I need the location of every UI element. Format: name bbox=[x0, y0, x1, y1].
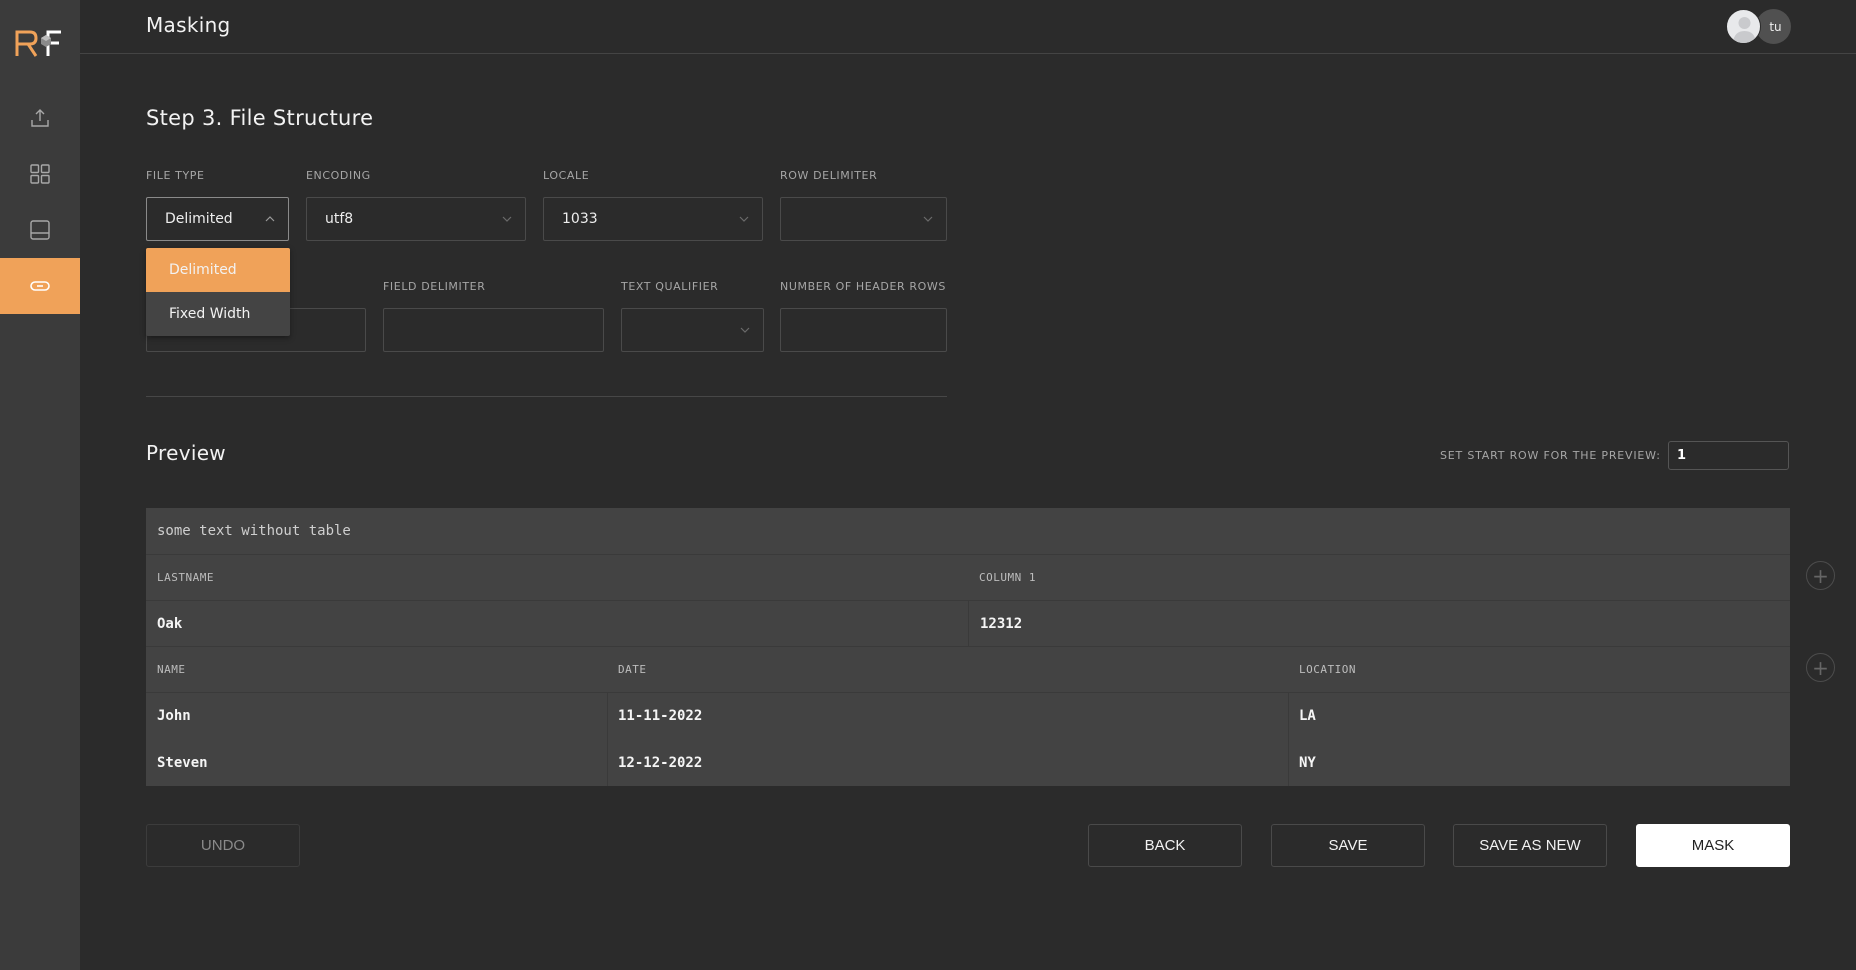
link-icon bbox=[30, 281, 50, 291]
chevron-down-icon bbox=[739, 216, 749, 222]
upload-icon bbox=[31, 109, 49, 127]
table-cell: Steven bbox=[157, 754, 208, 771]
table-cell: LA bbox=[1299, 708, 1316, 724]
chevron-down-icon bbox=[923, 216, 933, 222]
table-cell: NY bbox=[1299, 754, 1316, 771]
table-row: Steven 12-12-2022 NY bbox=[146, 739, 1790, 786]
user-initials-avatar[interactable]: tu bbox=[1756, 9, 1791, 44]
preview-table: some text without table LASTNAME COLUMN … bbox=[146, 508, 1790, 786]
sidebar-item-upload[interactable] bbox=[0, 90, 80, 146]
table-header-row: NAME DATE LOCATION bbox=[146, 647, 1790, 693]
back-button[interactable]: BACK bbox=[1088, 824, 1242, 867]
raw-text-cell: some text without table bbox=[157, 523, 351, 539]
column-header[interactable]: LASTNAME bbox=[146, 555, 968, 600]
avatar[interactable] bbox=[1726, 9, 1761, 44]
sidebar-item-panel[interactable] bbox=[0, 202, 80, 258]
header-rows-input[interactable] bbox=[780, 308, 947, 352]
add-column-button[interactable]: + bbox=[1806, 653, 1835, 682]
chevron-up-icon bbox=[265, 216, 275, 222]
column-header[interactable]: LOCATION bbox=[1288, 647, 1790, 692]
header-rows-label: NUMBER OF HEADER ROWS bbox=[780, 280, 946, 293]
app-logo[interactable] bbox=[14, 28, 64, 58]
field-delimiter-label: FIELD DELIMITER bbox=[383, 280, 486, 293]
plus-icon: + bbox=[1812, 563, 1829, 588]
file-type-value: Delimited bbox=[165, 211, 233, 227]
table-body: John 11-11-2022 LA Steven 12-12-2022 NY bbox=[146, 693, 1790, 786]
sidebar-item-masking[interactable] bbox=[0, 258, 80, 314]
table-cell: 12312 bbox=[968, 601, 1790, 646]
sidebar bbox=[0, 0, 80, 970]
page-title: Masking bbox=[146, 13, 231, 37]
save-button[interactable]: SAVE bbox=[1271, 824, 1425, 867]
user-silhouette-icon bbox=[1733, 17, 1756, 43]
step-title: Step 3. File Structure bbox=[146, 106, 374, 130]
section-divider bbox=[146, 396, 947, 397]
file-type-label: FILE TYPE bbox=[146, 169, 205, 182]
dropdown-option-fixed-width[interactable]: Fixed Width bbox=[146, 292, 290, 336]
table-cell: 12-12-2022 bbox=[618, 754, 703, 771]
table-cell: John bbox=[157, 708, 191, 724]
encoding-value: utf8 bbox=[325, 211, 354, 227]
top-header: Masking tu bbox=[80, 0, 1856, 54]
column-header[interactable]: COLUMN 1 bbox=[968, 555, 1790, 600]
encoding-select[interactable]: utf8 bbox=[306, 197, 526, 241]
file-type-select[interactable]: Delimited bbox=[146, 197, 289, 241]
table-header-row: LASTNAME COLUMN 1 bbox=[146, 555, 1790, 601]
encoding-label: ENCODING bbox=[306, 169, 371, 182]
table-row: Oak 12312 bbox=[146, 601, 1790, 647]
locale-select[interactable]: 1033 bbox=[543, 197, 763, 241]
table-cell: Oak bbox=[157, 615, 183, 632]
row-delimiter-select[interactable] bbox=[780, 197, 947, 241]
start-row-label: SET START ROW FOR THE PREVIEW: bbox=[1440, 449, 1661, 462]
sidebar-item-dashboard[interactable] bbox=[0, 146, 80, 202]
save-as-new-button[interactable]: SAVE AS NEW bbox=[1453, 824, 1607, 867]
user-avatars[interactable]: tu bbox=[1726, 9, 1792, 45]
row-delimiter-label: ROW DELIMITER bbox=[780, 169, 878, 182]
chevron-down-icon bbox=[502, 216, 512, 222]
logo-icon bbox=[15, 30, 61, 57]
table-cell: 11-11-2022 bbox=[618, 708, 703, 724]
plus-icon: + bbox=[1812, 655, 1829, 680]
field-delimiter-input[interactable] bbox=[383, 308, 604, 352]
start-row-input[interactable] bbox=[1668, 441, 1789, 470]
file-type-dropdown: Delimited Fixed Width bbox=[146, 248, 290, 336]
column-header[interactable]: NAME bbox=[146, 647, 607, 692]
dropdown-option-delimited[interactable]: Delimited bbox=[146, 248, 290, 292]
text-qualifier-label: TEXT QUALIFIER bbox=[621, 280, 719, 293]
table-row: John 11-11-2022 LA bbox=[146, 693, 1790, 739]
raw-text-row: some text without table bbox=[146, 508, 1790, 555]
undo-button[interactable]: UNDO bbox=[146, 824, 300, 867]
add-column-button[interactable]: + bbox=[1806, 561, 1835, 590]
mask-button[interactable]: MASK bbox=[1636, 824, 1790, 867]
preview-title: Preview bbox=[146, 441, 226, 465]
text-qualifier-select[interactable] bbox=[621, 308, 764, 352]
locale-label: LOCALE bbox=[543, 169, 590, 182]
locale-value: 1033 bbox=[562, 211, 598, 227]
column-header[interactable]: DATE bbox=[607, 647, 1288, 692]
grid-icon bbox=[30, 164, 50, 184]
panel-icon bbox=[30, 220, 50, 240]
chevron-down-icon bbox=[740, 327, 750, 333]
